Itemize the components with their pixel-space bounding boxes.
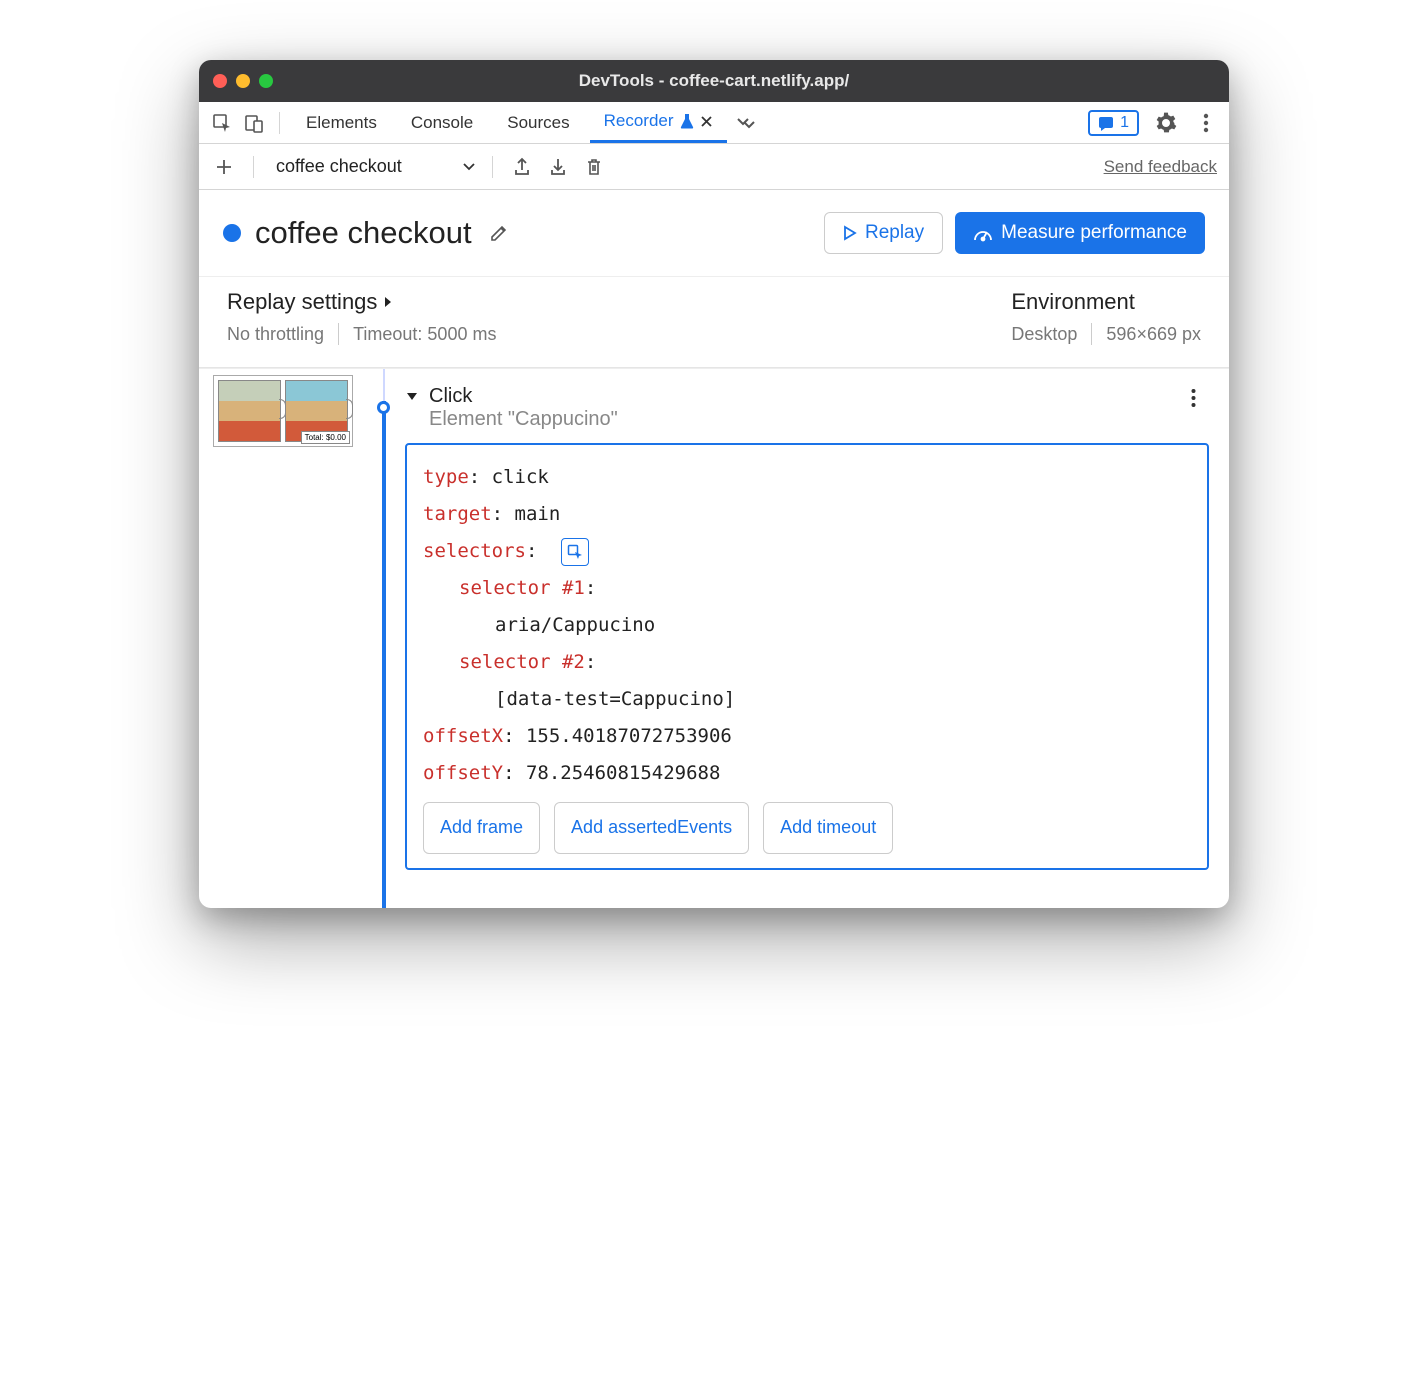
play-icon <box>843 225 857 241</box>
export-icon[interactable] <box>509 154 535 180</box>
step-subtitle: Element "Cappucino" <box>429 408 618 431</box>
recorder-toolbar: coffee checkout Send feedback <box>199 144 1229 190</box>
divider <box>253 156 254 178</box>
environment-label: Environment <box>1011 289 1201 315</box>
divider <box>279 112 280 134</box>
issues-badge[interactable]: 1 <box>1088 110 1139 136</box>
tabbar: Elements Console Sources Recorder 1 <box>199 102 1229 144</box>
gear-icon[interactable] <box>1153 110 1179 136</box>
measure-performance-button[interactable]: Measure performance <box>955 212 1205 254</box>
window-minimize-button[interactable] <box>236 74 250 88</box>
prop-val[interactable]: main <box>515 503 561 525</box>
window-titlebar: DevTools - coffee-cart.netlify.app/ <box>199 60 1229 102</box>
prop-key: target <box>423 503 492 525</box>
settings-row: Replay settings No throttling Timeout: 5… <box>199 276 1229 368</box>
timeout-value: Timeout: 5000 ms <box>353 324 496 345</box>
window-title: DevTools - coffee-cart.netlify.app/ <box>199 71 1229 91</box>
issues-count: 1 <box>1120 114 1129 132</box>
inspect-icon[interactable] <box>209 110 235 136</box>
add-asserted-events-button[interactable]: Add assertedEvents <box>554 802 749 853</box>
gauge-icon <box>973 224 993 242</box>
timeline-step-dot[interactable] <box>377 401 390 414</box>
prop-key: offsetX <box>423 725 503 747</box>
delete-icon[interactable] <box>581 154 607 180</box>
prop-val[interactable]: [data-test=Cappucino] <box>495 688 735 710</box>
divider <box>492 156 493 178</box>
prop-key: type <box>423 466 469 488</box>
chevron-down-icon <box>462 162 476 172</box>
step-name: Click <box>429 385 618 408</box>
tab-sources[interactable]: Sources <box>493 102 583 143</box>
prop-val[interactable]: 78.25460815429688 <box>526 762 720 784</box>
recording-header: coffee checkout Replay Measure performan… <box>199 190 1229 276</box>
timeline <box>371 369 399 908</box>
divider <box>1091 323 1092 345</box>
tab-recorder-label: Recorder <box>604 111 674 131</box>
prop-val[interactable]: click <box>492 466 549 488</box>
prop-key: selector #1 <box>459 577 585 599</box>
pick-selector-icon[interactable] <box>561 538 589 566</box>
dimensions-value: 596×669 px <box>1106 324 1201 345</box>
replay-settings-toggle[interactable]: Replay settings <box>227 289 496 315</box>
step-kebab-menu-icon[interactable] <box>1183 385 1209 411</box>
step-details-box: type: click target: main selectors: sele… <box>405 443 1209 870</box>
device-value: Desktop <box>1011 324 1077 345</box>
step-header[interactable]: Click Element "Cappucino" <box>405 379 1209 443</box>
recording-status-dot <box>223 224 241 242</box>
devtools-window: DevTools - coffee-cart.netlify.app/ Elem… <box>199 60 1229 908</box>
prop-val[interactable]: aria/Cappucino <box>495 614 655 636</box>
window-close-button[interactable] <box>213 74 227 88</box>
issues-icon <box>1098 115 1114 131</box>
close-icon[interactable] <box>700 115 713 128</box>
recording-dropdown[interactable]: coffee checkout <box>270 156 476 177</box>
throttling-value: No throttling <box>227 324 324 345</box>
more-tabs-icon[interactable] <box>733 110 759 136</box>
prop-key: selectors <box>423 540 526 562</box>
prop-key: offsetY <box>423 762 503 784</box>
prop-val[interactable]: 155.40187072753906 <box>526 725 732 747</box>
replay-button-label: Replay <box>865 222 924 244</box>
divider <box>338 323 339 345</box>
tab-console[interactable]: Console <box>397 102 487 143</box>
add-timeout-button[interactable]: Add timeout <box>763 802 893 853</box>
step-column: Click Element "Cappucino" type: click ta… <box>399 369 1229 908</box>
thumbnail-badge: Total: $0.00 <box>301 431 350 444</box>
chevron-right-icon <box>383 295 393 309</box>
edit-title-icon[interactable] <box>486 220 512 246</box>
prop-key: selector #2 <box>459 651 585 673</box>
tab-recorder[interactable]: Recorder <box>590 102 727 143</box>
main-area: Total: $0.00 Click Element "Cappucino" t… <box>199 368 1229 908</box>
screenshot-thumbnail[interactable]: Total: $0.00 <box>213 375 353 447</box>
recording-title: coffee checkout <box>255 215 472 251</box>
import-icon[interactable] <box>545 154 571 180</box>
measure-button-label: Measure performance <box>1001 222 1187 244</box>
new-recording-icon[interactable] <box>211 154 237 180</box>
add-frame-button[interactable]: Add frame <box>423 802 540 853</box>
experiment-icon <box>680 113 694 129</box>
thumbnail-column: Total: $0.00 <box>199 369 371 908</box>
replay-button[interactable]: Replay <box>824 212 943 254</box>
tab-elements[interactable]: Elements <box>292 102 391 143</box>
chevron-down-icon <box>405 391 419 403</box>
send-feedback-link[interactable]: Send feedback <box>1104 157 1217 177</box>
recording-dropdown-label: coffee checkout <box>276 156 402 177</box>
device-toolbar-icon[interactable] <box>241 110 267 136</box>
replay-settings-label: Replay settings <box>227 289 377 315</box>
window-maximize-button[interactable] <box>259 74 273 88</box>
kebab-menu-icon[interactable] <box>1193 110 1219 136</box>
